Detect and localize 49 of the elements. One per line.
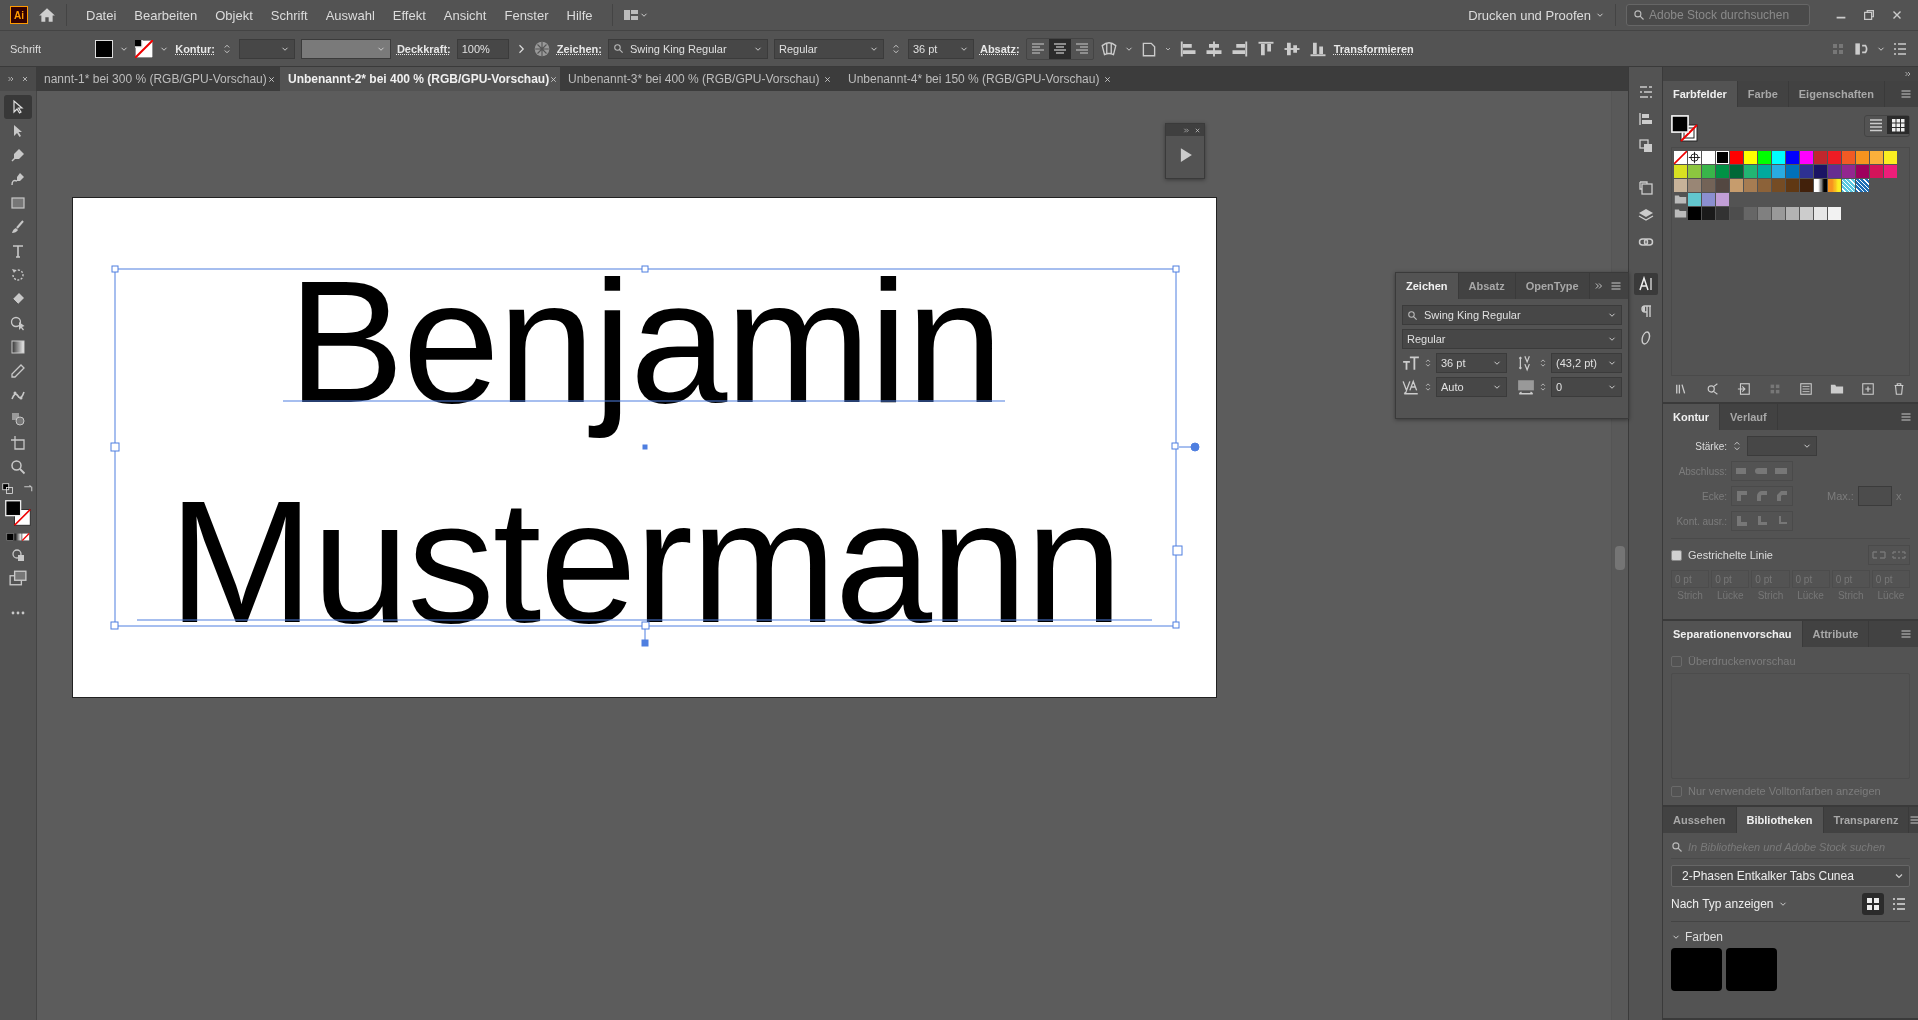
document-tab[interactable]: nannt-1* bei 300 % (RGB/GPU-Vorschau) [36, 67, 280, 91]
font-field[interactable]: Swing King Regular [607, 38, 768, 59]
object-type-label: Schrift [10, 42, 42, 55]
section-title[interactable]: Farben [1685, 930, 1724, 944]
opacity-label[interactable]: Deckkraft: [396, 42, 451, 55]
document-tab[interactable]: Unbenannt-2* bei 400 % (RGB/GPU-Vorschau) [280, 67, 560, 91]
text-line: Mustermann [168, 463, 1121, 661]
text-line: Benjamin [287, 243, 1002, 441]
document-tab[interactable]: Unbenannt-3* bei 400 % (RGB/GPU-Vorschau) [560, 67, 840, 91]
workspace-switcher[interactable]: Drucken und Proofen [1464, 7, 1595, 23]
panel-tab[interactable]: OpenType [1515, 273, 1590, 299]
font-size-field[interactable]: 36 pt [907, 38, 974, 59]
opacity-field[interactable]: 100% [456, 38, 509, 59]
character-label[interactable]: Zeichen: [556, 42, 602, 55]
dashed-line-label: Gestrichelte Linie [1688, 549, 1773, 561]
panel-tab[interactable]: Farbe [1737, 81, 1789, 107]
app-logo: Ai [10, 6, 28, 24]
sort-dropdown[interactable]: Nach Typ anzeigen [1671, 897, 1788, 911]
tracking-field[interactable]: 0 [1551, 377, 1622, 397]
menu-item[interactable]: Bearbeiten [125, 7, 207, 23]
menu-item[interactable]: Datei [77, 7, 126, 23]
menu-item[interactable]: Effekt [383, 7, 435, 23]
transform-link[interactable]: Transformieren [1333, 42, 1414, 55]
leading-field[interactable]: (43,2 pt) [1551, 353, 1622, 373]
panel-tab[interactable]: Farbfelder [1663, 81, 1738, 107]
font-family-field[interactable]: Swing King Regular [1402, 305, 1622, 325]
library-dropdown[interactable]: 2-Phasen Entkalker Tabs Cunea [1671, 865, 1910, 887]
document-tab[interactable]: Unbenannt-4* bei 150 % (RGB/GPU-Vorschau) [840, 67, 1120, 91]
menu-item[interactable]: Objekt [206, 7, 262, 23]
font-style-field[interactable]: Regular [1402, 329, 1622, 349]
kerning-field[interactable]: Auto [1436, 377, 1507, 397]
panel-tab[interactable]: Separationenvorschau [1663, 621, 1803, 647]
panel-tab[interactable]: Transparenz [1823, 807, 1910, 833]
panel-tab[interactable]: Absatz [1458, 273, 1516, 299]
menu-item[interactable]: Auswahl [316, 7, 384, 23]
panel-tab[interactable]: Aussehen [1663, 807, 1737, 833]
panel-tab[interactable]: Attribute [1802, 621, 1870, 647]
panel-tab[interactable]: Eigenschaften [1788, 81, 1885, 107]
stroke-label[interactable]: Kontur: [175, 42, 215, 55]
menu-item[interactable]: Hilfe [557, 7, 602, 23]
panel-tab[interactable]: Bibliotheken [1736, 807, 1824, 833]
menu-item[interactable]: Ansicht [434, 7, 496, 23]
font-style-field[interactable]: Regular [773, 38, 884, 59]
menu-item[interactable]: Schrift [261, 7, 317, 23]
panel-tab[interactable]: Zeichen [1396, 273, 1459, 299]
menu-item[interactable]: Fenster [495, 7, 558, 23]
paragraph-label[interactable]: Absatz: [979, 42, 1020, 55]
font-size-field[interactable]: 36 pt [1436, 353, 1507, 373]
weight-label: Stärke: [1694, 440, 1727, 452]
